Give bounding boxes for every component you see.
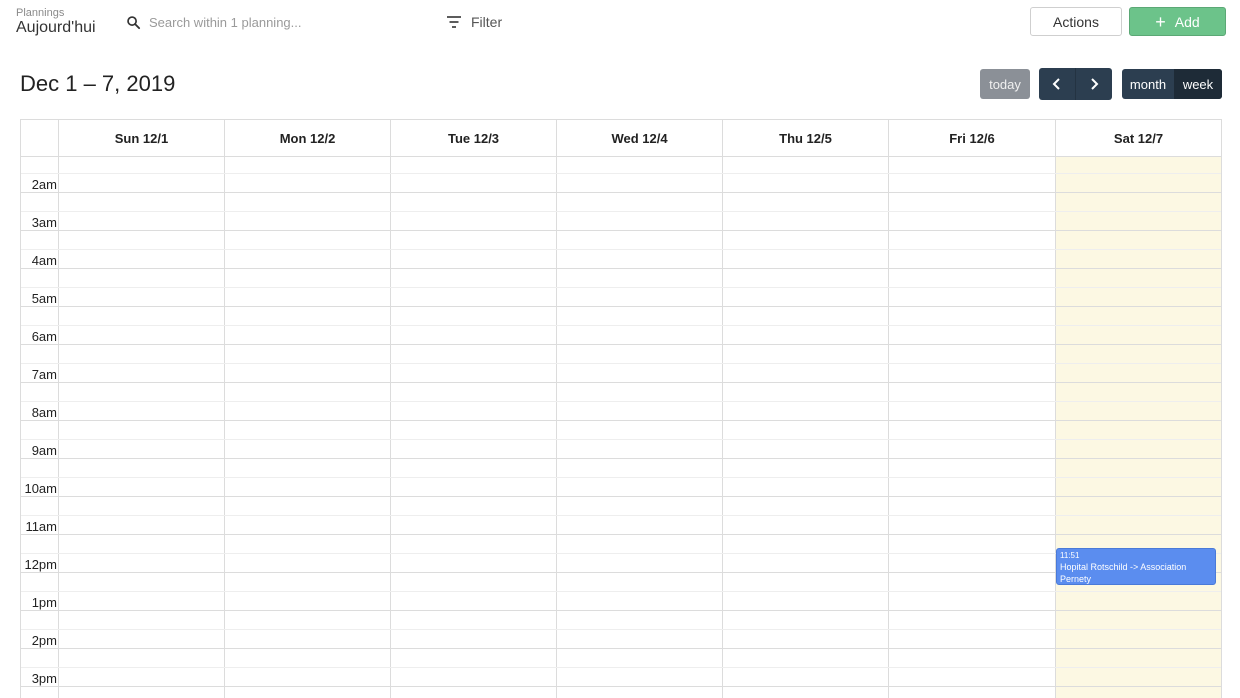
slot-line <box>21 629 1221 630</box>
slot-line <box>21 553 1221 554</box>
hour-line <box>21 420 1221 421</box>
event-title: Hopital Rotschild -> Association Pernety <box>1060 562 1187 584</box>
filter-label: Filter <box>471 14 503 30</box>
hour-line <box>21 382 1221 383</box>
add-button-label: Add <box>1174 13 1200 30</box>
hour-line <box>21 686 1221 687</box>
time-label: 3am <box>31 215 57 230</box>
slot-line <box>21 249 1221 250</box>
time-label: 3pm <box>31 671 57 686</box>
week-calendar: Sun 12/1 Mon 12/2 Tue 12/3 Wed 12/4 Thu … <box>20 119 1222 698</box>
slot-line <box>21 211 1221 212</box>
slot-line <box>21 591 1221 592</box>
day-header[interactable]: Sun 12/1 <box>58 120 224 157</box>
chevron-right-icon <box>1090 78 1098 90</box>
filter-icon <box>447 16 461 28</box>
slot-line <box>21 439 1221 440</box>
column-divider <box>556 157 557 698</box>
event-time: 11:51 <box>1060 551 1080 560</box>
search-box[interactable] <box>126 12 426 32</box>
nav-button-group <box>1039 68 1112 100</box>
slot-line <box>21 477 1221 478</box>
hour-line <box>21 496 1221 497</box>
day-header[interactable]: Fri 12/6 <box>888 120 1055 157</box>
time-label: 10am <box>24 481 57 496</box>
prev-button[interactable] <box>1039 68 1075 100</box>
time-label: 6am <box>31 329 57 344</box>
plus-icon: + <box>1155 11 1166 32</box>
week-view-button[interactable]: week <box>1174 69 1222 99</box>
day-header[interactable]: Tue 12/3 <box>390 120 556 157</box>
time-label: 1pm <box>31 595 57 610</box>
hour-line <box>21 648 1221 649</box>
slot-line <box>21 401 1221 402</box>
top-bar: Plannings Aujourd'hui Filter Actions + A… <box>0 0 1240 46</box>
today-button[interactable]: today <box>980 69 1030 99</box>
time-label: 4am <box>31 253 57 268</box>
hour-line <box>21 610 1221 611</box>
breadcrumb-label: Plannings <box>16 7 65 19</box>
next-button[interactable] <box>1075 68 1111 100</box>
column-divider <box>390 157 391 698</box>
calendar-event[interactable]: 11:51 Hopital Rotschild -> Association P… <box>1056 548 1216 585</box>
today-column-highlight <box>1055 157 1221 698</box>
column-divider <box>1055 157 1056 698</box>
hour-line <box>21 534 1221 535</box>
column-divider <box>58 157 59 698</box>
hour-line <box>21 572 1221 573</box>
slot-line <box>21 515 1221 516</box>
slot-line <box>21 667 1221 668</box>
time-label: 5am <box>31 291 57 306</box>
day-header[interactable]: Wed 12/4 <box>556 120 722 157</box>
time-label: 12pm <box>24 557 57 572</box>
month-view-button[interactable]: month <box>1122 69 1174 99</box>
chevron-left-icon <box>1052 78 1060 90</box>
view-switcher: month week <box>1122 69 1222 99</box>
time-label: 11am <box>25 519 57 534</box>
day-header-row: Sun 12/1 Mon 12/2 Tue 12/3 Wed 12/4 Thu … <box>21 120 1221 157</box>
search-icon <box>127 15 141 29</box>
time-label: 7am <box>31 367 57 382</box>
column-divider <box>224 157 225 698</box>
actions-button[interactable]: Actions <box>1030 7 1122 36</box>
slot-line <box>21 287 1221 288</box>
hour-line <box>21 344 1221 345</box>
time-label: 8am <box>31 405 57 420</box>
search-input[interactable] <box>149 14 409 30</box>
time-label: 2am <box>31 177 57 192</box>
hour-line <box>21 192 1221 193</box>
time-label: 9am <box>31 443 57 458</box>
day-header[interactable]: Thu 12/5 <box>722 120 888 157</box>
hour-line <box>21 268 1221 269</box>
hour-line <box>21 230 1221 231</box>
column-divider <box>888 157 889 698</box>
time-label: 2pm <box>31 633 57 648</box>
slot-line <box>21 325 1221 326</box>
add-button[interactable]: + Add <box>1129 7 1226 36</box>
calendar-date-range: Dec 1 – 7, 2019 <box>20 71 176 96</box>
hour-line <box>21 458 1221 459</box>
column-divider <box>722 157 723 698</box>
filter-button[interactable]: Filter <box>446 12 502 32</box>
page-title[interactable]: Aujourd'hui <box>16 19 96 37</box>
slot-line <box>21 173 1221 174</box>
day-header[interactable]: Sat 12/7 <box>1055 120 1221 157</box>
day-header[interactable]: Mon 12/2 <box>224 120 390 157</box>
hour-line <box>21 306 1221 307</box>
slot-line <box>21 363 1221 364</box>
